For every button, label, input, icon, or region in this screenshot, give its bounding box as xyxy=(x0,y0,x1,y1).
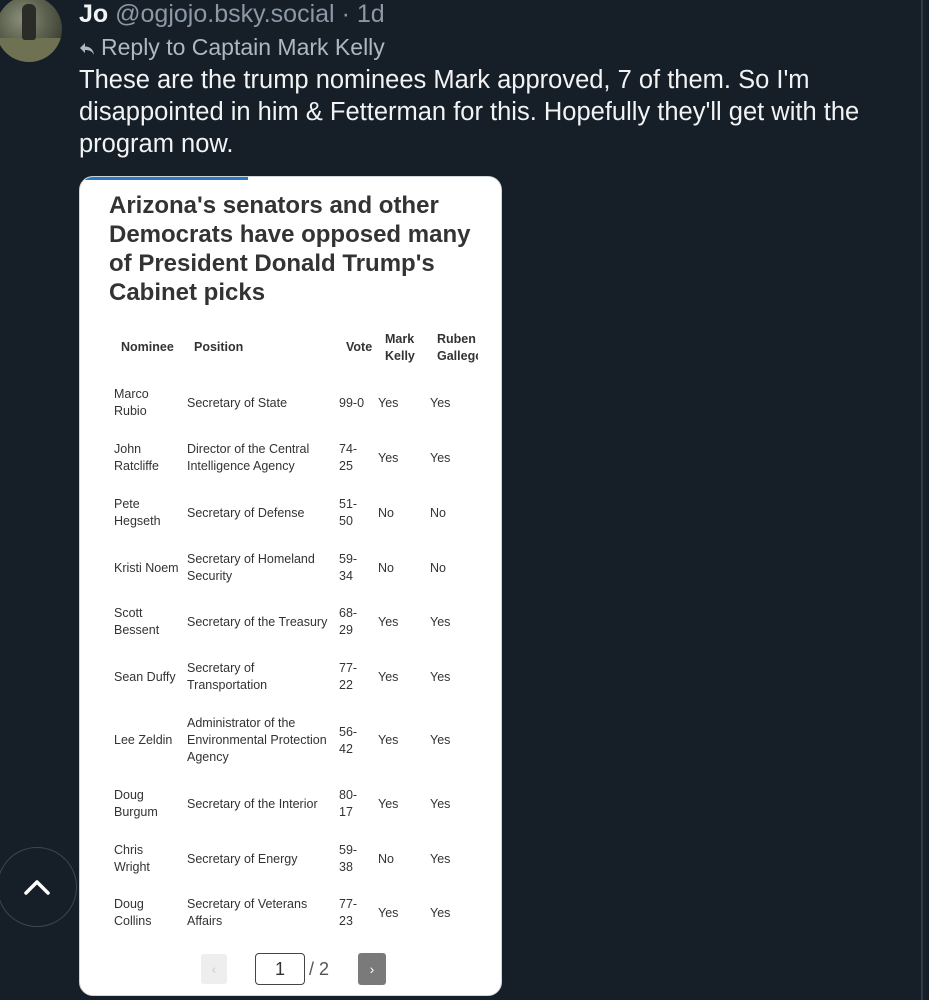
reply-context[interactable]: Reply to Captain Mark Kelly xyxy=(79,33,385,61)
cell-position: Secretary of Homeland Security xyxy=(187,552,315,583)
cell-nominee: Pete Hegseth xyxy=(114,497,161,528)
cell-position: Director of the Central Intelligence Age… xyxy=(187,442,310,473)
column-header-gallego-line2: Gallego xyxy=(437,349,478,363)
reply-to-label: Reply to Captain Mark Kelly xyxy=(101,34,385,60)
avatar-figure xyxy=(22,4,36,40)
column-header-position: Position xyxy=(194,340,244,354)
column-header-kelly-line2: Kelly xyxy=(385,349,415,363)
cell-nominee: Scott Bessent xyxy=(114,606,160,637)
column-header-vote: Vote xyxy=(346,340,373,354)
avatar-grass xyxy=(0,38,62,62)
cell-gallego: Yes xyxy=(430,450,451,465)
column-header-gallego: Ruben Gallego xyxy=(437,331,478,365)
cell-vote: 77-22 xyxy=(339,661,358,692)
cell-position: Secretary of Energy xyxy=(187,851,298,866)
cell-nominee: Lee Zeldin xyxy=(114,733,173,747)
cell-nominee: John Ratcliffe xyxy=(114,442,159,473)
cell-vote: 99-0 xyxy=(339,395,365,410)
cell-position: Secretary of Transportation xyxy=(187,661,268,692)
cell-kelly: Yes xyxy=(378,796,399,811)
author-name[interactable]: Jo xyxy=(79,0,108,28)
cell-kelly: No xyxy=(378,560,394,575)
avatar[interactable] xyxy=(0,0,62,62)
reply-icon xyxy=(79,42,97,56)
cell-kelly: No xyxy=(378,851,394,866)
cell-gallego: Yes xyxy=(430,669,451,684)
cell-kelly: Yes xyxy=(378,614,399,629)
cell-vote: 68-29 xyxy=(339,606,358,637)
cell-position: Secretary of State xyxy=(187,395,288,410)
nominees-table: Nominee Position Vote Mark Kelly Ruben G… xyxy=(80,177,501,995)
column-header-nominee: Nominee xyxy=(121,340,174,354)
post-text: These are the trump nominees Mark approv… xyxy=(79,66,860,158)
pager-prev-button[interactable]: ‹ xyxy=(201,954,227,984)
cell-position: Secretary of Veterans Affairs xyxy=(187,897,308,928)
cell-kelly: No xyxy=(378,505,394,520)
post-header: Jo @ogjojo.bsky.social · 1d xyxy=(79,0,385,29)
cell-vote: 59-38 xyxy=(339,843,358,874)
page-total: / 2 xyxy=(309,959,330,979)
cell-gallego: No xyxy=(430,505,446,520)
cell-vote: 51-50 xyxy=(339,497,358,528)
cell-kelly: Yes xyxy=(378,450,399,465)
cell-kelly: Yes xyxy=(378,905,399,920)
cell-nominee: Kristi Noem xyxy=(114,560,179,575)
cell-nominee: Chris Wright xyxy=(114,843,150,874)
cell-nominee: Doug Burgum xyxy=(114,788,158,819)
cell-kelly: Yes xyxy=(378,669,399,684)
cell-position: Secretary of Defense xyxy=(187,505,305,520)
page-number-input[interactable]: 1 xyxy=(255,953,305,985)
cell-gallego: No xyxy=(430,560,446,575)
cell-kelly: Yes xyxy=(378,395,399,410)
cell-vote: 80-17 xyxy=(339,788,358,819)
chevron-up-icon xyxy=(23,878,51,896)
cell-gallego: Yes xyxy=(430,395,451,410)
post-timestamp[interactable]: 1d xyxy=(357,0,385,28)
cell-gallego: Yes xyxy=(430,905,451,920)
cell-position: Secretary of the Interior xyxy=(187,796,318,811)
embedded-table-card[interactable]: Arizona's senators and other Democrats h… xyxy=(79,176,502,996)
cell-kelly: Yes xyxy=(378,733,399,747)
cell-vote: 77-23 xyxy=(339,897,358,928)
cell-vote: 74-25 xyxy=(339,442,358,473)
column-header-kelly-line1: Mark xyxy=(385,332,415,346)
cell-nominee: Marco Rubio xyxy=(114,387,149,418)
cell-vote: 56-42 xyxy=(339,724,358,756)
cell-gallego: Yes xyxy=(430,733,451,747)
cell-position: Administrator of the Environmental Prote… xyxy=(187,716,327,764)
cell-nominee: Doug Collins xyxy=(114,897,152,928)
cell-vote: 59-34 xyxy=(339,552,358,583)
column-header-kelly: Mark Kelly xyxy=(385,331,415,365)
cell-gallego: Yes xyxy=(430,614,451,629)
separator-dot: · xyxy=(341,0,350,28)
author-handle[interactable]: @ogjojo.bsky.social xyxy=(115,0,334,28)
cell-position: Secretary of the Treasury xyxy=(187,614,328,629)
pager-next-button[interactable]: › xyxy=(358,953,386,985)
cell-nominee: Sean Duffy xyxy=(114,669,176,684)
right-divider xyxy=(921,0,923,1000)
cell-gallego: Yes xyxy=(430,851,451,866)
column-header-gallego-line1: Ruben xyxy=(437,332,476,346)
scroll-to-top-button[interactable] xyxy=(0,847,77,927)
cell-gallego: Yes xyxy=(430,796,451,811)
